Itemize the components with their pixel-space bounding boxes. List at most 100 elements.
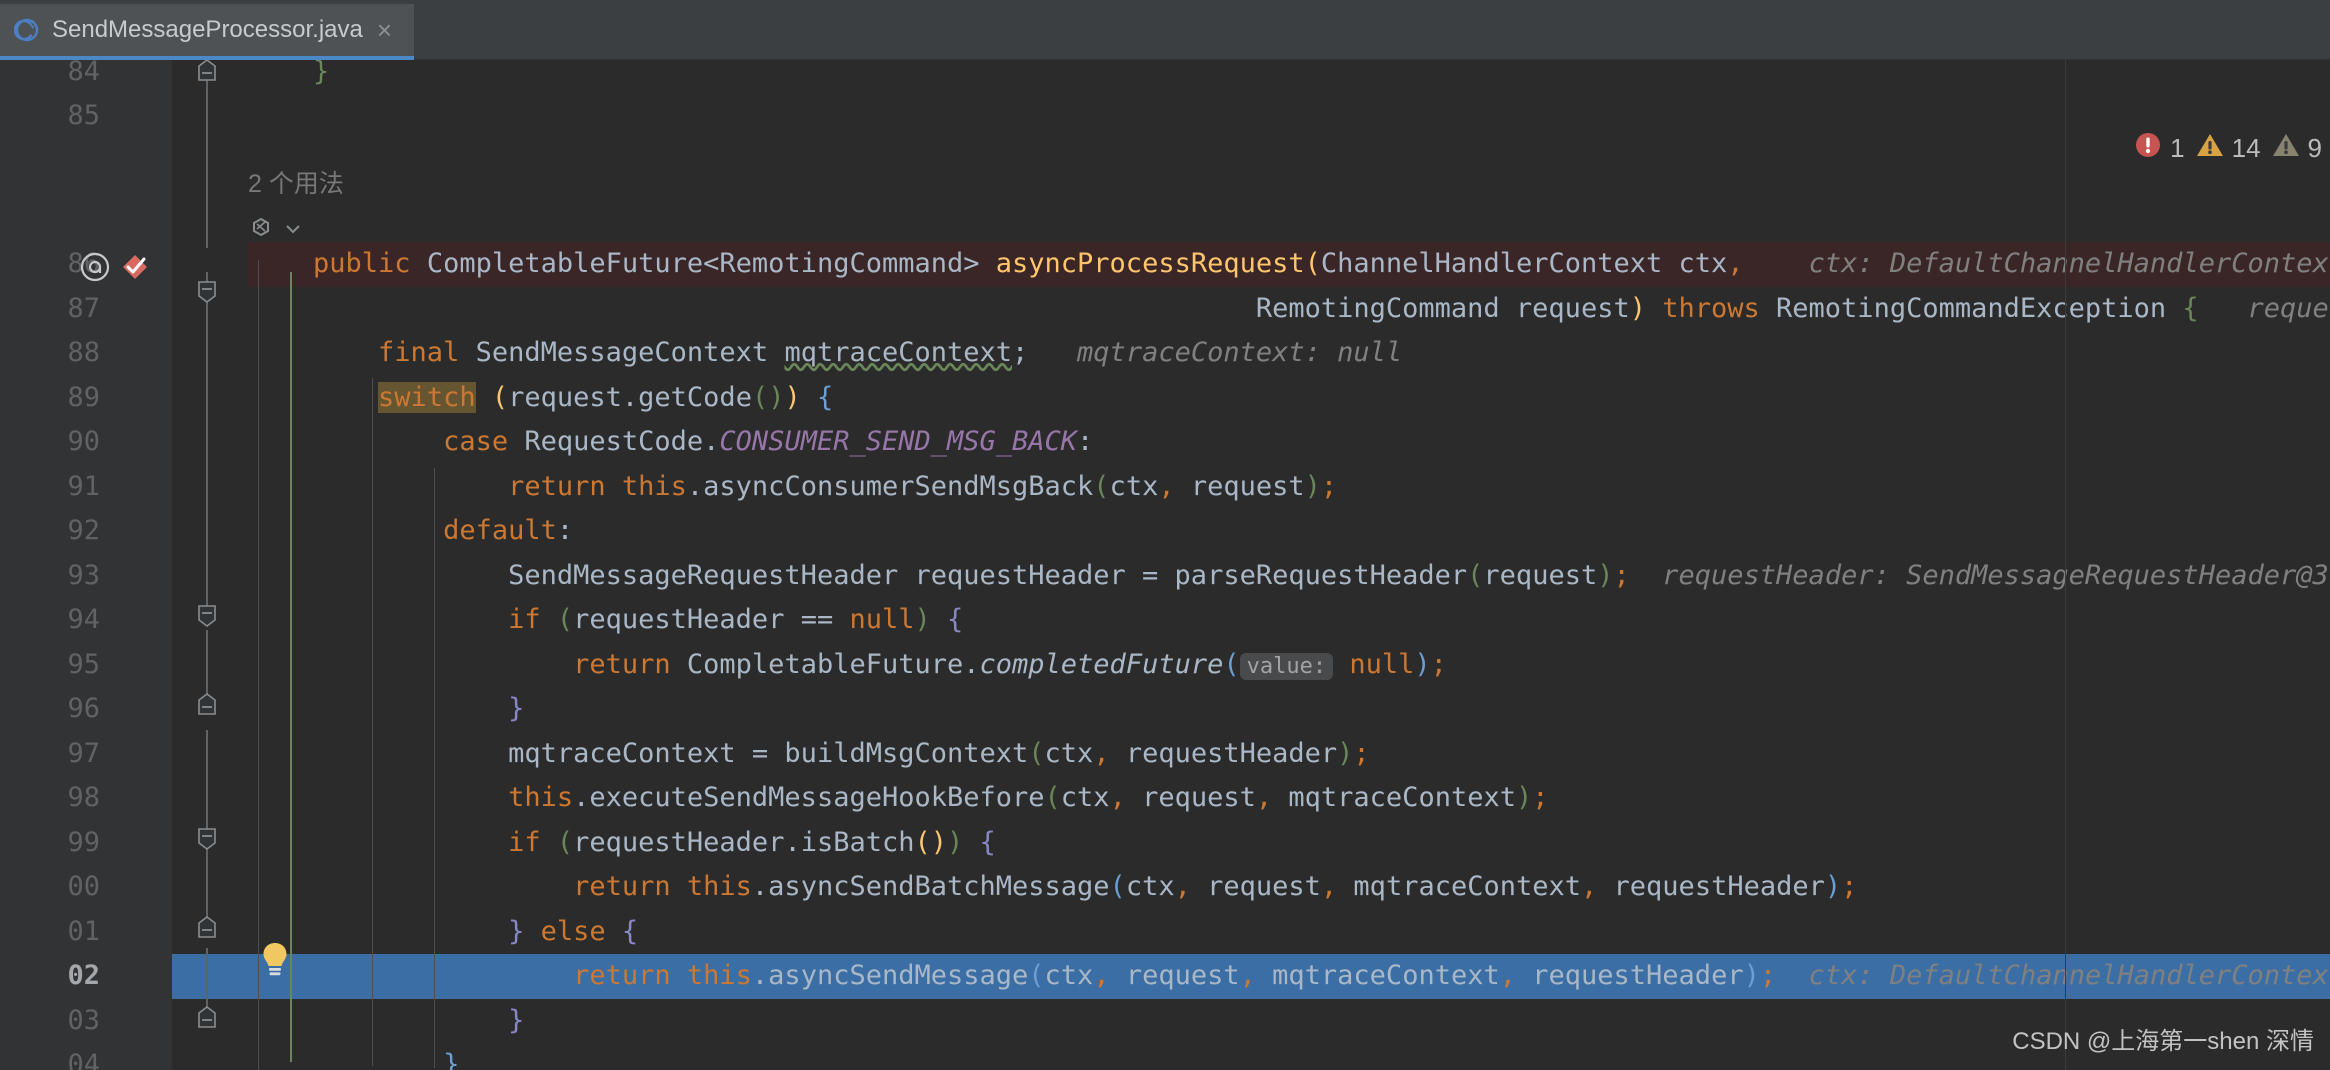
editor-line-96[interactable]: 96 } xyxy=(0,687,2330,732)
line-number: 84 xyxy=(67,60,100,87)
warning-count-group[interactable]: 14 xyxy=(2195,130,2261,167)
error-count: 1 xyxy=(2170,133,2185,163)
fold-region-line xyxy=(206,68,208,248)
gutter-cell[interactable] xyxy=(172,732,248,777)
editor-tab-sendmessageprocessor[interactable]: SendMessageProcessor.java × xyxy=(0,4,415,60)
parameter-hint-value: value: xyxy=(1239,652,1334,680)
editor-line-93[interactable]: 93 SendMessageRequestHeader requestHeade… xyxy=(0,554,2330,599)
code-line-text[interactable]: case RequestCode.CONSUMER_SEND_MSG_BACK: xyxy=(248,420,2330,465)
fold-collapse-icon[interactable] xyxy=(196,1005,218,1031)
editor-line-87[interactable]: 87 RemotingCommand request) throws Remot… xyxy=(0,287,2330,332)
editor-line-84[interactable]: 84 } xyxy=(0,60,2330,95)
line-number: 93 xyxy=(67,559,100,591)
line-number: 94 xyxy=(67,604,100,635)
line-number: 92 xyxy=(67,515,100,546)
gutter-cell[interactable] xyxy=(172,776,248,821)
editor-line-90[interactable]: 90 case RequestCode.CONSUMER_SEND_MSG_BA… xyxy=(0,420,2330,465)
gutter-cell[interactable] xyxy=(172,554,248,599)
code-line-text[interactable]: return this.asyncConsumerSendMsgBack(ctx… xyxy=(248,465,2330,510)
code-line-text[interactable]: return this.asyncSendMessage(ctx, reques… xyxy=(248,954,2330,999)
editor-line-94[interactable]: 94 if (requestHeader == null) { xyxy=(0,598,2330,643)
indent-guide xyxy=(434,646,435,706)
weak-warning-icon xyxy=(2271,130,2301,167)
code-vision-usages[interactable]: 2 个用法 xyxy=(248,164,344,200)
gutter-cell[interactable] xyxy=(172,94,248,139)
code-line-text[interactable]: return CompletableFuture.completedFuture… xyxy=(248,643,2330,688)
fold-collapse-icon[interactable] xyxy=(196,602,218,628)
editor-line-104[interactable]: 04 } xyxy=(0,1043,2330,1070)
line-number: 85 xyxy=(67,100,100,131)
fold-collapse-icon[interactable] xyxy=(196,915,218,941)
error-count-group[interactable]: 1 xyxy=(2133,130,2185,167)
line-number: 04 xyxy=(67,1049,100,1070)
indent-guide xyxy=(372,378,373,1066)
gutter-cell[interactable] xyxy=(172,331,248,376)
editor-line-89[interactable]: 89 switch (request.getCode()) { xyxy=(0,376,2330,421)
fold-collapse-icon[interactable] xyxy=(196,60,218,84)
fold-region-line xyxy=(206,272,208,614)
editor-line-102[interactable]: 02 return this.asyncSendMessage(ctx, req… xyxy=(0,954,2330,999)
editor-line-103[interactable]: 03 } xyxy=(0,999,2330,1044)
code-line-text[interactable]: RemotingCommand request) throws Remoting… xyxy=(248,287,2330,332)
editor-line-95[interactable]: 95 return CompletableFuture.completedFut… xyxy=(0,643,2330,688)
gutter-cell[interactable] xyxy=(172,954,248,999)
code-line-text[interactable]: mqtraceContext = buildMsgContext(ctx, re… xyxy=(248,732,2330,777)
line-number: 95 xyxy=(67,648,100,680)
editor-line-101[interactable]: 01 } else { xyxy=(0,910,2330,955)
editor-line-85[interactable]: 85 xyxy=(0,94,2330,139)
red-diamond-check-icon[interactable] xyxy=(118,250,152,284)
line-number: 91 xyxy=(67,470,100,502)
warning-count: 14 xyxy=(2231,133,2261,163)
line-number: 89 xyxy=(67,381,100,413)
gutter-cell[interactable] xyxy=(172,376,248,421)
editor-line-100[interactable]: 00 return this.asyncSendBatchMessage(ctx… xyxy=(0,865,2330,910)
error-icon xyxy=(2133,130,2163,167)
editor-tab-label: SendMessageProcessor.java xyxy=(52,16,363,43)
fold-collapse-icon[interactable] xyxy=(196,278,218,304)
editor-line-91[interactable]: 91 return this.asyncConsumerSendMsgBack(… xyxy=(0,465,2330,510)
code-line-text[interactable]: } xyxy=(248,60,2330,95)
editor-line-92[interactable]: 92 default: xyxy=(0,509,2330,554)
code-line-text[interactable]: } xyxy=(248,687,2330,732)
editor-line-98[interactable]: 98 this.executeSendMessageHookBefore(ctx… xyxy=(0,776,2330,821)
gutter-cell[interactable] xyxy=(172,865,248,910)
editor-tab-bar: SendMessageProcessor.java × xyxy=(0,0,2330,60)
editor-line-88[interactable]: 88 final SendMessageContext mqtraceConte… xyxy=(0,331,2330,376)
inspection-status-widget[interactable]: 1 14 9 xyxy=(2133,130,2322,167)
weak-warning-count: 9 xyxy=(2307,133,2322,163)
java-class-icon xyxy=(14,17,40,43)
editor-line-97[interactable]: 97 mqtraceContext = buildMsgContext(ctx,… xyxy=(0,732,2330,777)
code-line-text[interactable]: public CompletableFuture<RemotingCommand… xyxy=(248,242,2330,287)
indent-guide xyxy=(258,260,259,1070)
gutter-cell[interactable] xyxy=(172,465,248,510)
close-icon[interactable]: × xyxy=(375,17,392,43)
watermark-text: CSDN @上海第一shen 深情 xyxy=(2012,1028,2314,1055)
line-number: 90 xyxy=(67,426,100,457)
code-line-text[interactable]: } else { xyxy=(248,910,2330,955)
editor-line-99[interactable]: 99 if (requestHeader.isBatch()) { xyxy=(0,821,2330,866)
gutter-cell[interactable] xyxy=(172,420,248,465)
line-number: 01 xyxy=(67,915,100,947)
code-line-text[interactable]: if (requestHeader.isBatch()) { xyxy=(248,821,2330,866)
code-editor[interactable]: 84 } 85 2 个用法 86 public CompletableFutur… xyxy=(0,60,2330,1070)
weak-warning-count-group[interactable]: 9 xyxy=(2271,130,2322,167)
chevron-down-icon[interactable] xyxy=(282,218,304,244)
code-line-text[interactable]: if (requestHeader == null) { xyxy=(248,598,2330,643)
gutter-cell[interactable] xyxy=(172,1043,248,1070)
code-line-text[interactable]: switch (request.getCode()) { xyxy=(248,376,2330,421)
code-line-text[interactable] xyxy=(248,94,2330,139)
code-line-text[interactable]: final SendMessageContext mqtraceContext;… xyxy=(248,331,2330,376)
code-line-text[interactable]: default: xyxy=(248,509,2330,554)
fold-collapse-icon[interactable] xyxy=(196,825,218,851)
code-line-text[interactable]: this.executeSendMessageHookBefore(ctx, r… xyxy=(248,776,2330,821)
lightbulb-icon[interactable] xyxy=(258,940,292,980)
code-line-text[interactable]: SendMessageRequestHeader requestHeader =… xyxy=(248,554,2330,599)
indent-guide xyxy=(434,468,435,1068)
line-number: 88 xyxy=(67,337,100,368)
gutter-cell[interactable] xyxy=(172,643,248,688)
gutter-cell[interactable] xyxy=(172,509,248,554)
code-line-text[interactable]: return this.asyncSendBatchMessage(ctx, r… xyxy=(248,865,2330,910)
override-method-icon[interactable] xyxy=(78,250,112,284)
editor-line-86[interactable]: 86 public CompletableFuture<RemotingComm… xyxy=(0,242,2330,287)
fold-collapse-icon[interactable] xyxy=(196,692,218,718)
